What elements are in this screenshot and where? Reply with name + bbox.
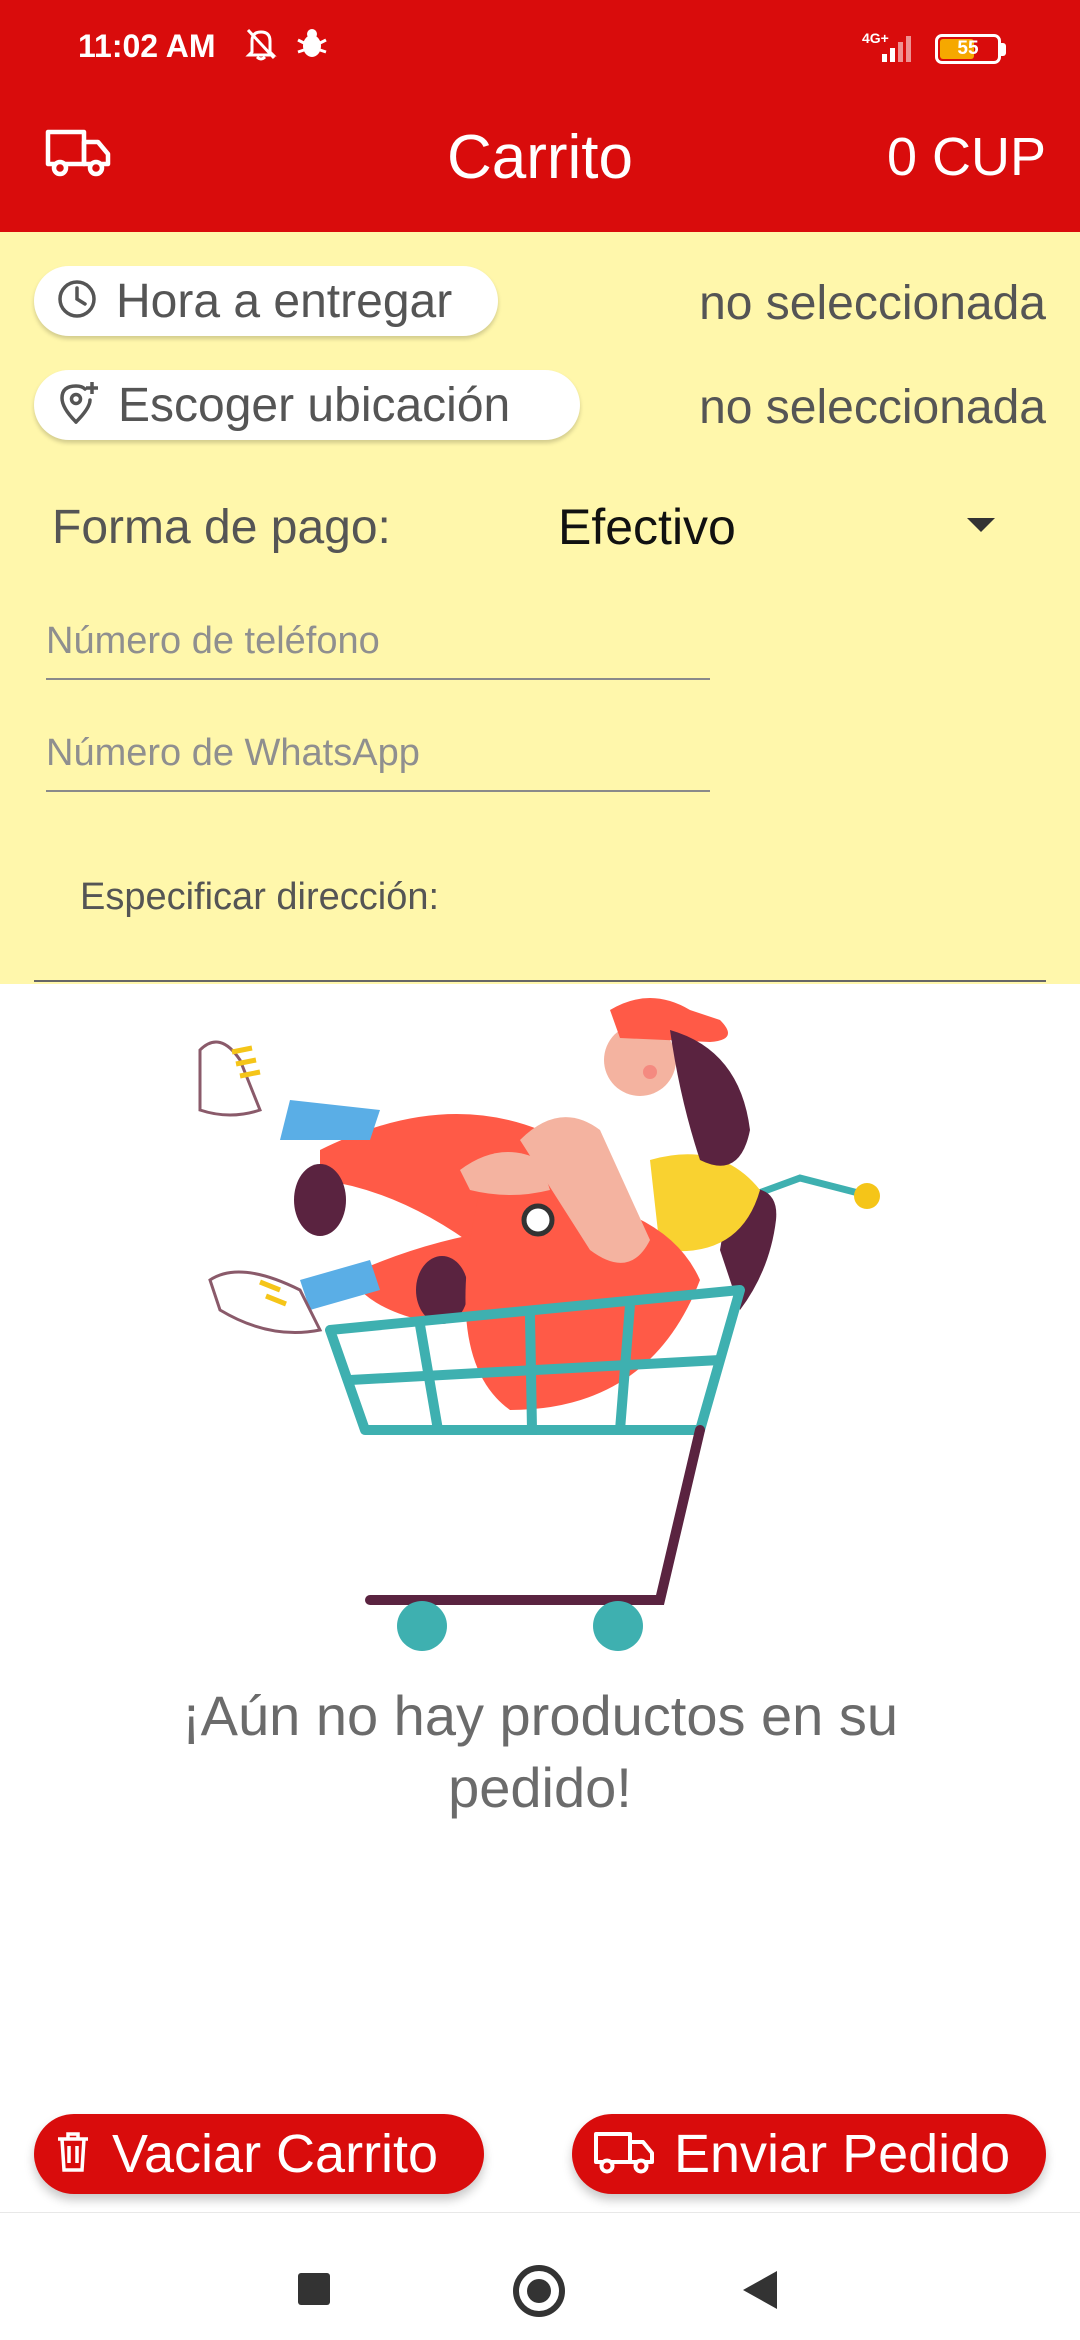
back-button[interactable] bbox=[743, 2271, 777, 2309]
address-input[interactable] bbox=[34, 980, 1046, 982]
whatsapp-field[interactable]: Número de WhatsApp bbox=[46, 732, 710, 792]
home-dot bbox=[527, 2279, 551, 2303]
choose-location-button[interactable]: Escoger ubicación bbox=[34, 370, 580, 440]
delivery-time-button[interactable]: Hora a entregar bbox=[34, 266, 498, 336]
battery-tip bbox=[1001, 43, 1006, 56]
clear-cart-label: Vaciar Carrito bbox=[112, 2124, 439, 2184]
send-order-button[interactable]: Enviar Pedido bbox=[572, 2114, 1046, 2194]
clock-icon bbox=[56, 278, 98, 325]
send-order-label: Enviar Pedido bbox=[674, 2124, 1011, 2184]
delivery-truck-icon bbox=[592, 2128, 656, 2181]
payment-label: Forma de pago: bbox=[52, 501, 391, 554]
clear-cart-button[interactable]: Vaciar Carrito bbox=[34, 2114, 484, 2194]
choose-location-label: Escoger ubicación bbox=[118, 378, 511, 432]
delivery-time-value: no seleccionada bbox=[699, 277, 1046, 330]
dropdown-arrow-icon[interactable] bbox=[967, 518, 995, 532]
cart-total: 0 CUP bbox=[886, 127, 1046, 187]
recent-apps-button[interactable] bbox=[298, 2273, 330, 2305]
location-add-icon bbox=[56, 380, 100, 431]
delivery-time-label: Hora a entregar bbox=[116, 274, 453, 328]
top-bar: 11:02 AM 4G+ 55 Carrito 0 CUP bbox=[0, 0, 1080, 232]
trash-icon bbox=[56, 2131, 90, 2178]
system-nav-bar bbox=[0, 2212, 1080, 2340]
battery-icon: 55 bbox=[935, 34, 1001, 64]
order-form bbox=[0, 232, 1080, 984]
battery-percent: 55 bbox=[957, 38, 979, 59]
empty-cart-message: ¡Aún no hay productos en su pedido! bbox=[181, 1684, 899, 1819]
status-time: 11:02 AM bbox=[78, 28, 216, 64]
network-type: 4G+ bbox=[862, 30, 889, 46]
phone-field[interactable]: Número de teléfono bbox=[46, 620, 710, 680]
bug-icon bbox=[294, 26, 330, 67]
address-label: Especificar dirección: bbox=[80, 876, 440, 918]
location-value: no seleccionada bbox=[699, 381, 1046, 434]
bell-off-icon bbox=[244, 26, 278, 67]
payment-select[interactable]: Efectivo bbox=[558, 498, 736, 556]
home-button[interactable] bbox=[513, 2265, 565, 2317]
empty-cart-illustration bbox=[180, 990, 900, 1675]
